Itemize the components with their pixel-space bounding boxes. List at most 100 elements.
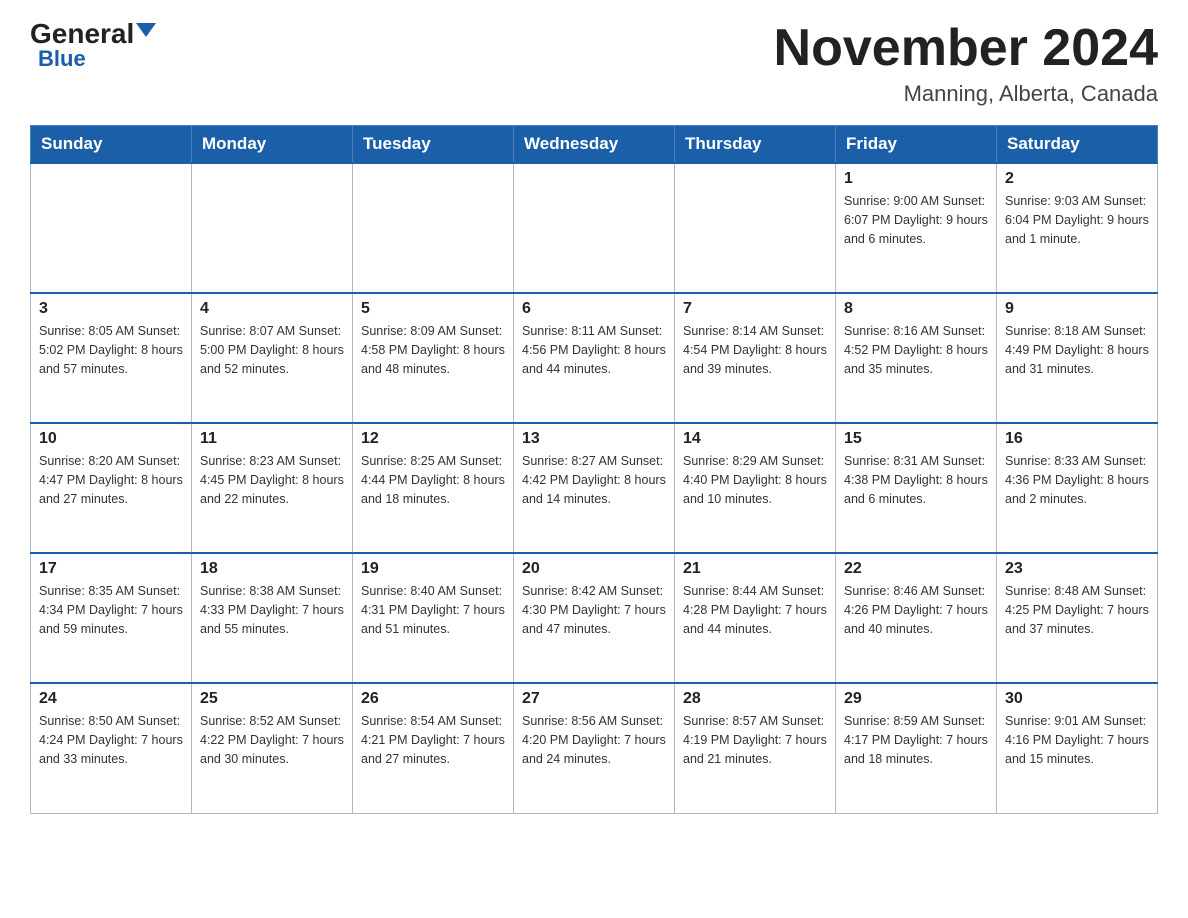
calendar-cell: 3Sunrise: 8:05 AM Sunset: 5:02 PM Daylig… [31,293,192,423]
calendar-cell: 27 Sunrise: 8:56 AM Sunset: 4:20 PM Dayli… [514,683,675,813]
day-info: Sunrise: 9:00 AM Sunset: 6:07 PM Dayligh… [844,192,988,248]
day-number: 22 [844,560,988,578]
day-number: 17 [39,560,183,578]
day-info: Sunrise: 8:07 AM Sunset: 5:00 PM Dayligh… [200,322,344,378]
day-number: 20 [522,560,666,578]
calendar-cell: 23 Sunrise: 8:48 AM Sunset: 4:25 PM Dayli… [997,553,1158,683]
calendar-cell [31,163,192,293]
logo: General Blue [30,20,156,72]
day-info: Sunrise: 8:48 AM Sunset: 4:25 PM Dayligh… [1005,582,1149,638]
calendar-cell: 4 Sunrise: 8:07 AM Sunset: 5:00 PM Daylig… [192,293,353,423]
calendar-cell: 16 Sunrise: 8:33 AM Sunset: 4:36 PM Dayli… [997,423,1158,553]
day-number: 13 [522,430,666,448]
day-number: 11 [200,430,344,448]
day-number: 21 [683,560,827,578]
day-info: Sunrise: 8:29 AM Sunset: 4:40 PM Dayligh… [683,452,827,508]
calendar-cell: 10 Sunrise: 8:20 AM Sunset: 4:47 PM Dayli… [31,423,192,553]
day-info: Sunrise: 8:23 AM Sunset: 4:45 PM Dayligh… [200,452,344,508]
day-info: Sunrise: 8:59 AM Sunset: 4:17 PM Dayligh… [844,712,988,768]
day-number: 23 [1005,560,1149,578]
day-info: Sunrise: 9:01 AM Sunset: 4:16 PM Dayligh… [1005,712,1149,768]
col-header-monday: Monday [192,126,353,164]
col-header-sunday: Sunday [31,126,192,164]
day-number: 6 [522,300,666,318]
calendar-cell: 18 Sunrise: 8:38 AM Sunset: 4:33 PM Dayli… [192,553,353,683]
day-info: Sunrise: 8:16 AM Sunset: 4:52 PM Dayligh… [844,322,988,378]
calendar-cell: 21 Sunrise: 8:44 AM Sunset: 4:28 PM Dayli… [675,553,836,683]
calendar-cell: 29 Sunrise: 8:59 AM Sunset: 4:17 PM Dayli… [836,683,997,813]
day-number: 12 [361,430,505,448]
header-row: SundayMondayTuesdayWednesdayThursdayFrid… [31,126,1158,164]
col-header-thursday: Thursday [675,126,836,164]
day-number: 18 [200,560,344,578]
day-info: Sunrise: 8:57 AM Sunset: 4:19 PM Dayligh… [683,712,827,768]
calendar-cell: 7Sunrise: 8:14 AM Sunset: 4:54 PM Daylig… [675,293,836,423]
day-number: 1 [844,170,988,188]
day-info: Sunrise: 8:44 AM Sunset: 4:28 PM Dayligh… [683,582,827,638]
calendar-cell: 6 Sunrise: 8:11 AM Sunset: 4:56 PM Daylig… [514,293,675,423]
col-header-saturday: Saturday [997,126,1158,164]
calendar-cell: 20 Sunrise: 8:42 AM Sunset: 4:30 PM Dayli… [514,553,675,683]
title-area: November 2024 Manning, Alberta, Canada [774,20,1158,107]
calendar-cell: 8 Sunrise: 8:16 AM Sunset: 4:52 PM Daylig… [836,293,997,423]
col-header-tuesday: Tuesday [353,126,514,164]
calendar-cell [192,163,353,293]
day-info: Sunrise: 8:46 AM Sunset: 4:26 PM Dayligh… [844,582,988,638]
location-title: Manning, Alberta, Canada [774,81,1158,107]
day-number: 8 [844,300,988,318]
calendar-cell [353,163,514,293]
week-row-1: 1 Sunrise: 9:00 AM Sunset: 6:07 PM Daylig… [31,163,1158,293]
calendar-cell: 25Sunrise: 8:52 AM Sunset: 4:22 PM Dayli… [192,683,353,813]
calendar-cell: 22 Sunrise: 8:46 AM Sunset: 4:26 PM Dayli… [836,553,997,683]
day-number: 7 [683,300,827,318]
day-number: 24 [39,690,183,708]
day-number: 4 [200,300,344,318]
calendar-cell: 14 Sunrise: 8:29 AM Sunset: 4:40 PM Dayli… [675,423,836,553]
day-number: 5 [361,300,505,318]
day-number: 2 [1005,170,1149,188]
day-info: Sunrise: 8:33 AM Sunset: 4:36 PM Dayligh… [1005,452,1149,508]
day-number: 16 [1005,430,1149,448]
day-number: 29 [844,690,988,708]
logo-blue: Blue [38,46,86,72]
calendar-cell: 2 Sunrise: 9:03 AM Sunset: 6:04 PM Daylig… [997,163,1158,293]
calendar-cell: 15 Sunrise: 8:31 AM Sunset: 4:38 PM Dayli… [836,423,997,553]
header: General Blue November 2024 Manning, Albe… [30,20,1158,107]
day-info: Sunrise: 8:18 AM Sunset: 4:49 PM Dayligh… [1005,322,1149,378]
week-row-5: 24 Sunrise: 8:50 AM Sunset: 4:24 PM Dayli… [31,683,1158,813]
day-info: Sunrise: 8:52 AM Sunset: 4:22 PM Dayligh… [200,712,344,768]
calendar-cell: 13 Sunrise: 8:27 AM Sunset: 4:42 PM Dayli… [514,423,675,553]
day-info: Sunrise: 8:11 AM Sunset: 4:56 PM Dayligh… [522,322,666,378]
calendar-cell: 24 Sunrise: 8:50 AM Sunset: 4:24 PM Dayli… [31,683,192,813]
calendar-cell [514,163,675,293]
day-info: Sunrise: 8:50 AM Sunset: 4:24 PM Dayligh… [39,712,183,768]
week-row-3: 10 Sunrise: 8:20 AM Sunset: 4:47 PM Dayli… [31,423,1158,553]
day-info: Sunrise: 8:31 AM Sunset: 4:38 PM Dayligh… [844,452,988,508]
day-info: Sunrise: 8:25 AM Sunset: 4:44 PM Dayligh… [361,452,505,508]
day-info: Sunrise: 8:56 AM Sunset: 4:20 PM Dayligh… [522,712,666,768]
calendar-cell: 19Sunrise: 8:40 AM Sunset: 4:31 PM Dayli… [353,553,514,683]
day-number: 28 [683,690,827,708]
day-number: 30 [1005,690,1149,708]
day-number: 9 [1005,300,1149,318]
day-info: Sunrise: 8:38 AM Sunset: 4:33 PM Dayligh… [200,582,344,638]
day-info: Sunrise: 8:54 AM Sunset: 4:21 PM Dayligh… [361,712,505,768]
logo-triangle-icon [136,23,156,37]
day-info: Sunrise: 8:09 AM Sunset: 4:58 PM Dayligh… [361,322,505,378]
day-number: 27 [522,690,666,708]
day-info: Sunrise: 8:27 AM Sunset: 4:42 PM Dayligh… [522,452,666,508]
calendar-cell: 11 Sunrise: 8:23 AM Sunset: 4:45 PM Dayli… [192,423,353,553]
day-info: Sunrise: 9:03 AM Sunset: 6:04 PM Dayligh… [1005,192,1149,248]
day-info: Sunrise: 8:40 AM Sunset: 4:31 PM Dayligh… [361,582,505,638]
day-info: Sunrise: 8:20 AM Sunset: 4:47 PM Dayligh… [39,452,183,508]
col-header-friday: Friday [836,126,997,164]
calendar-cell: 5 Sunrise: 8:09 AM Sunset: 4:58 PM Daylig… [353,293,514,423]
day-info: Sunrise: 8:35 AM Sunset: 4:34 PM Dayligh… [39,582,183,638]
day-number: 26 [361,690,505,708]
day-info: Sunrise: 8:42 AM Sunset: 4:30 PM Dayligh… [522,582,666,638]
day-number: 14 [683,430,827,448]
logo-general: General [30,20,134,48]
day-number: 10 [39,430,183,448]
month-title: November 2024 [774,20,1158,77]
day-number: 15 [844,430,988,448]
